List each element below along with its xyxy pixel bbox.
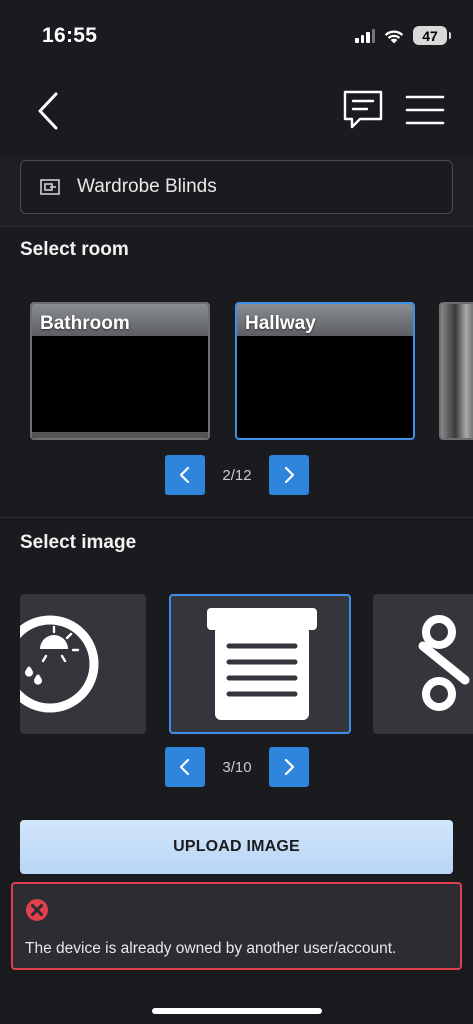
room-card-label: Bathroom bbox=[40, 313, 130, 334]
room-card-label: Hallway bbox=[245, 313, 316, 334]
chevron-right-icon bbox=[284, 466, 295, 484]
select-room-title: Select room bbox=[20, 239, 129, 260]
room-card-hallway[interactable]: Hallway bbox=[235, 302, 415, 440]
room-next-button[interactable] bbox=[268, 455, 309, 495]
error-message: The device is already owned by another u… bbox=[25, 940, 397, 957]
room-card-bathroom[interactable]: Bathroom bbox=[30, 302, 210, 440]
status-bar: 16:55 47 bbox=[0, 0, 473, 70]
image-card-blinds[interactable] bbox=[169, 594, 351, 734]
chevron-left-icon bbox=[179, 466, 190, 484]
divider bbox=[0, 226, 473, 227]
nav-bar bbox=[0, 70, 473, 158]
select-image-title: Select image bbox=[20, 532, 137, 553]
hamburger-menu-icon bbox=[405, 95, 445, 125]
home-indicator[interactable] bbox=[152, 1008, 322, 1014]
menu-button[interactable] bbox=[405, 92, 445, 128]
status-icons: 47 bbox=[355, 26, 451, 45]
room-card-next[interactable] bbox=[439, 302, 473, 440]
upload-image-button[interactable]: UPLOAD IMAGE bbox=[20, 820, 453, 874]
image-next-button[interactable] bbox=[268, 747, 309, 787]
room-prev-button[interactable] bbox=[165, 455, 205, 495]
wifi-icon bbox=[384, 29, 404, 43]
battery-level: 47 bbox=[422, 27, 438, 44]
image-card-weather[interactable] bbox=[20, 594, 146, 734]
error-icon bbox=[26, 899, 48, 921]
signal-icon bbox=[355, 28, 375, 43]
feedback-button[interactable] bbox=[340, 88, 386, 134]
image-prev-button[interactable] bbox=[165, 747, 205, 787]
room-photo bbox=[441, 304, 473, 438]
image-page-indicator: 3/10 bbox=[222, 758, 252, 776]
device-name-field[interactable]: Wardrobe Blinds bbox=[20, 160, 453, 214]
battery-icon: 47 bbox=[413, 26, 451, 45]
blinds-icon bbox=[207, 608, 317, 720]
device-icon bbox=[40, 179, 60, 195]
image-card-node[interactable] bbox=[373, 594, 473, 734]
chevron-left-icon bbox=[38, 92, 58, 130]
chat-icon bbox=[343, 90, 383, 129]
back-button[interactable] bbox=[30, 86, 70, 136]
room-page-indicator: 2/12 bbox=[222, 466, 252, 484]
error-toast: The device is already owned by another u… bbox=[11, 882, 462, 970]
room-photo-floor bbox=[32, 432, 208, 438]
room-pager: 2/12 bbox=[165, 455, 309, 495]
chevron-left-icon bbox=[179, 758, 190, 776]
weather-icon bbox=[20, 615, 99, 713]
divider bbox=[0, 517, 473, 518]
device-name-value: Wardrobe Blinds bbox=[77, 176, 217, 197]
status-time: 16:55 bbox=[42, 24, 98, 47]
chevron-right-icon bbox=[284, 758, 295, 776]
image-pager: 3/10 bbox=[165, 747, 309, 787]
node-icon bbox=[418, 615, 470, 711]
